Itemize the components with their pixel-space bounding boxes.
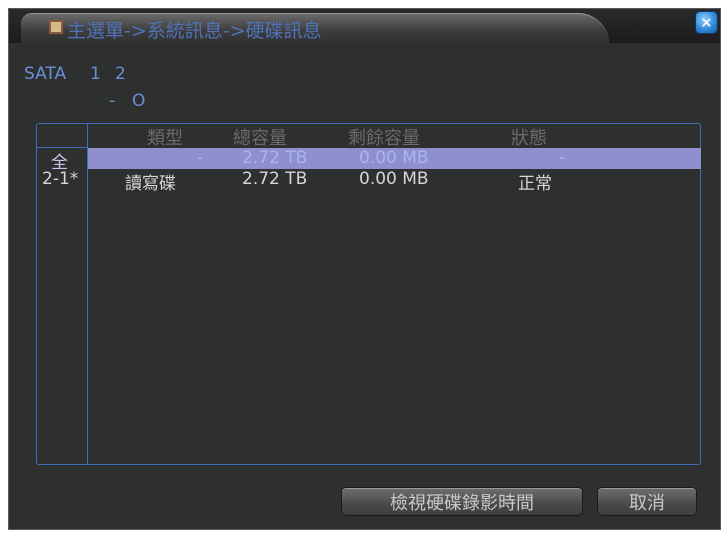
disk-table: 類型 總容量 剩餘容量 狀態 全 - 2.72 TB 0.00 MB - 2-1… bbox=[36, 123, 701, 465]
disk-info-dialog: 主選單->系統訊息->硬碟訊息 × SATA 1 2 - O 類型 總容量 剩餘… bbox=[8, 8, 721, 530]
column-header-type: 類型 bbox=[147, 128, 183, 149]
sata-port-2: 2 bbox=[115, 64, 126, 84]
close-button[interactable]: × bbox=[695, 11, 718, 34]
column-header-free: 剩餘容量 bbox=[348, 128, 420, 149]
cancel-button[interactable]: 取消 bbox=[597, 487, 697, 516]
close-icon: × bbox=[700, 14, 713, 31]
row-2-total[interactable]: 2.72 TB bbox=[242, 169, 307, 189]
column-header-total: 總容量 bbox=[233, 128, 287, 149]
row-2-type[interactable]: 讀寫碟 bbox=[125, 169, 176, 194]
system-info-icon bbox=[49, 20, 63, 34]
row-1-type[interactable]: - bbox=[197, 148, 203, 168]
window-title: 主選單->系統訊息->硬碟訊息 bbox=[67, 20, 322, 42]
row-2-status[interactable]: 正常 bbox=[518, 169, 552, 194]
sata-label: SATA bbox=[24, 64, 67, 84]
column-header-status: 狀態 bbox=[511, 128, 547, 149]
row-1-total[interactable]: 2.72 TB bbox=[242, 148, 307, 168]
view-record-time-button[interactable]: 檢視硬碟錄影時間 bbox=[341, 487, 583, 516]
row-2-id[interactable]: 2-1* bbox=[42, 169, 78, 189]
row-2-free[interactable]: 0.00 MB bbox=[359, 169, 429, 189]
column-divider bbox=[87, 124, 88, 464]
title-bar: 主選單->系統訊息->硬碟訊息 × bbox=[9, 9, 720, 44]
row-1-free[interactable]: 0.00 MB bbox=[359, 148, 429, 168]
sata-port-1: 1 bbox=[90, 64, 101, 84]
sata-port-1-status: - bbox=[109, 91, 116, 111]
row-1-status[interactable]: - bbox=[559, 148, 565, 168]
sata-port-2-status: O bbox=[132, 91, 146, 111]
